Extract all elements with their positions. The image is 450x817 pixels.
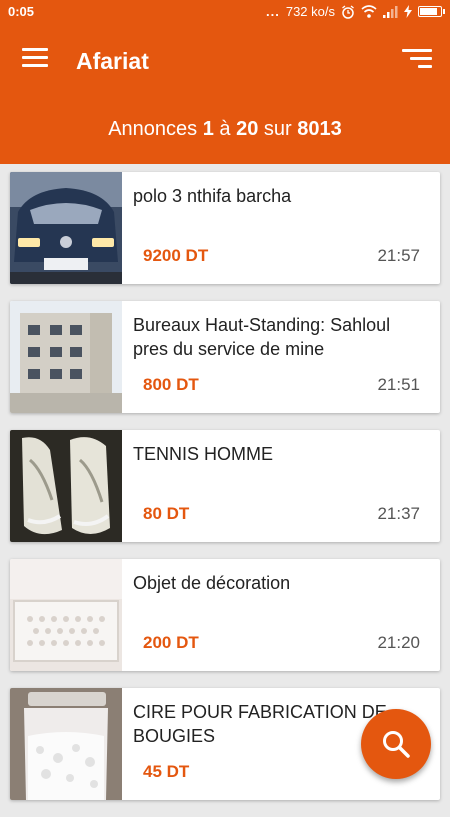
listing-time: 21:51 <box>377 375 420 394</box>
charging-icon <box>404 5 412 18</box>
wax-jar-photo <box>10 688 122 800</box>
summary-between: à <box>219 118 231 140</box>
app-title: Afariat <box>76 48 149 74</box>
listing-card[interactable]: Bureaux Haut-Standing: Sahloul pres du s… <box>10 301 440 413</box>
listing-title: Objet de décoration <box>133 573 291 593</box>
listing-price: 800 DT <box>143 375 199 394</box>
listing-card[interactable]: polo 3 nthifa barcha 9200 DT 21:57 <box>10 172 440 284</box>
listing-title: TENNIS HOMME <box>133 444 274 464</box>
listing-title: Bureaux Haut-Standing: Sahloul pres du s… <box>133 315 391 359</box>
alarm-icon <box>342 4 354 19</box>
signal-icon <box>383 5 398 18</box>
notification-dots: ... <box>266 4 280 19</box>
wifi-icon <box>361 5 377 18</box>
listing-time: 21:57 <box>377 246 420 265</box>
network-speed: 732 ko/s <box>285 4 335 19</box>
listing-price: 9200 DT <box>143 246 209 265</box>
radiator-cover-photo <box>10 559 122 671</box>
listing-card[interactable]: TENNIS HOMME 80 DT 21:37 <box>10 430 440 542</box>
app-bar: Afariat Annonces 1 à 20 sur 8013 <box>0 24 450 164</box>
sort-icon[interactable] <box>402 49 432 71</box>
listing-time: 21:37 <box>377 504 420 523</box>
status-icons: ... 732 ko/s <box>266 4 445 19</box>
building-photo <box>10 301 122 413</box>
status-bar: 0:05 ... 732 ko/s <box>0 0 450 24</box>
summary-to: 20 <box>236 118 259 140</box>
listing-price: 45 DT <box>143 762 190 781</box>
sneakers-photo <box>10 430 122 542</box>
search-icon <box>383 731 410 758</box>
car-photo <box>10 172 122 284</box>
listing-price: 200 DT <box>143 633 199 652</box>
summary-total: 8013 <box>297 118 342 140</box>
battery-level <box>420 8 437 15</box>
summary-prefix: Annonces <box>108 118 198 140</box>
battery-icon <box>418 6 445 17</box>
summary-of: sur <box>263 118 292 140</box>
listing-card[interactable]: Objet de décoration 200 DT 21:20 <box>10 559 440 671</box>
listing-price: 80 DT <box>143 504 190 523</box>
status-time: 0:05 <box>8 4 35 19</box>
listing-title: polo 3 nthifa barcha <box>133 186 292 206</box>
results-summary: Annonces 1 à 20 sur 8013 <box>0 118 450 141</box>
hamburger-menu-icon[interactable] <box>22 48 48 70</box>
search-button[interactable] <box>361 709 431 779</box>
summary-from: 1 <box>202 118 214 140</box>
listing-time: 21:20 <box>377 633 420 652</box>
